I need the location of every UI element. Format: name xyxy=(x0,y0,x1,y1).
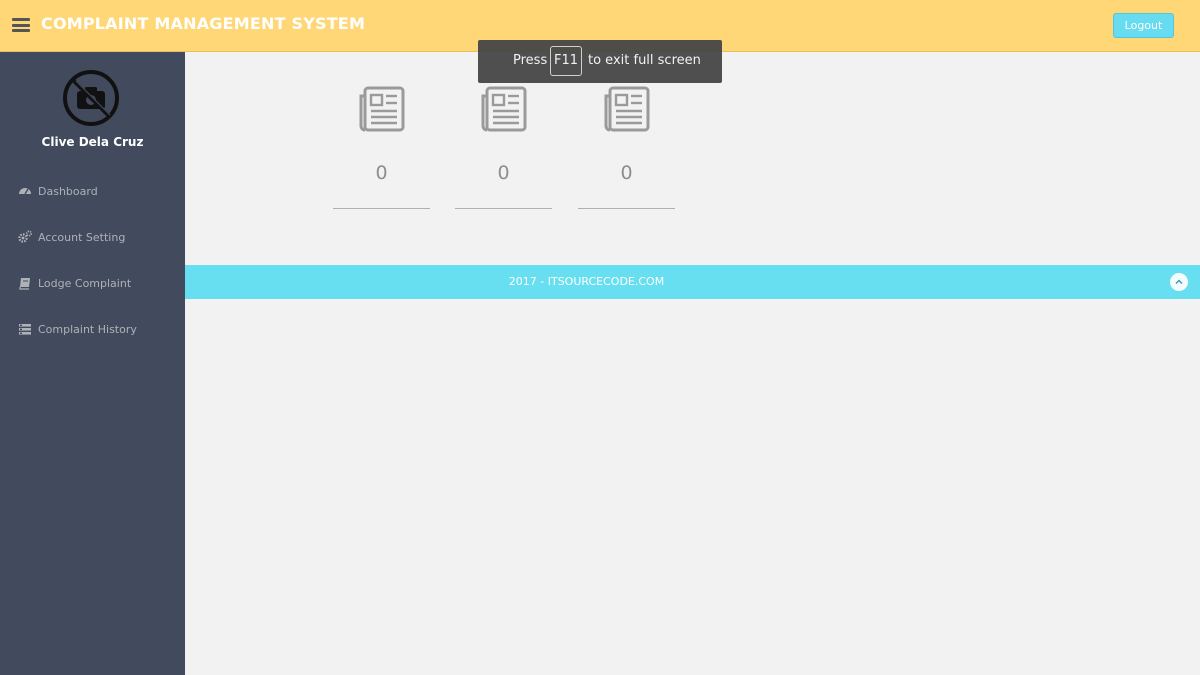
f11-key-badge: F11 xyxy=(550,46,582,76)
sidebar-item-label: Account Setting xyxy=(38,231,126,244)
sidebar-item-label: Lodge Complaint xyxy=(38,277,132,290)
stat-value: 0 xyxy=(620,162,633,184)
notice-text-after: to exit full screen xyxy=(588,53,701,68)
sidebar-item-account-setting[interactable]: Account Setting xyxy=(18,228,178,248)
newspaper-icon xyxy=(604,86,650,132)
newspaper-icon xyxy=(359,86,405,132)
no-photo-icon xyxy=(63,70,119,126)
book-icon xyxy=(19,277,30,290)
dashboard-icon xyxy=(19,187,31,194)
stat-divider xyxy=(578,208,675,209)
footer-copyright: 2017 - ITSOURCECODE.COM xyxy=(508,275,665,288)
cogs-icon xyxy=(18,230,32,243)
footer-bar: 2017 - ITSOURCECODE.COM xyxy=(185,265,1200,299)
stat-card[interactable]: 0 xyxy=(333,86,430,210)
stat-value: 0 xyxy=(497,162,510,184)
stat-divider xyxy=(455,208,552,209)
scroll-top-button[interactable] xyxy=(1170,273,1188,291)
list-icon xyxy=(19,323,31,335)
stat-card[interactable]: 0 xyxy=(455,86,552,210)
stat-card[interactable]: 0 xyxy=(578,86,675,210)
logout-button[interactable]: Logout xyxy=(1113,13,1174,38)
sidebar-item-lodge-complaint[interactable]: Lodge Complaint xyxy=(18,274,178,294)
app-title: COMPLAINT MANAGEMENT SYSTEM xyxy=(41,14,366,33)
newspaper-icon xyxy=(481,86,527,132)
sidebar-item-complaint-history[interactable]: Complaint History xyxy=(18,320,178,340)
sidebar-item-label: Dashboard xyxy=(38,185,98,198)
sidebar-item-dashboard[interactable]: Dashboard xyxy=(18,182,178,202)
user-name: Clive Dela Cruz xyxy=(41,135,144,149)
stat-divider xyxy=(333,208,430,209)
stat-value: 0 xyxy=(375,162,388,184)
chevron-up-icon xyxy=(1175,279,1183,285)
fullscreen-notice: Press F11 to exit full screen xyxy=(478,40,722,83)
menu-toggle-icon[interactable] xyxy=(12,18,30,32)
sidebar-item-label: Complaint History xyxy=(38,323,137,336)
notice-text-before: Press xyxy=(513,53,548,68)
sidebar: Clive Dela Cruz Dashboard Account Settin… xyxy=(0,52,185,675)
